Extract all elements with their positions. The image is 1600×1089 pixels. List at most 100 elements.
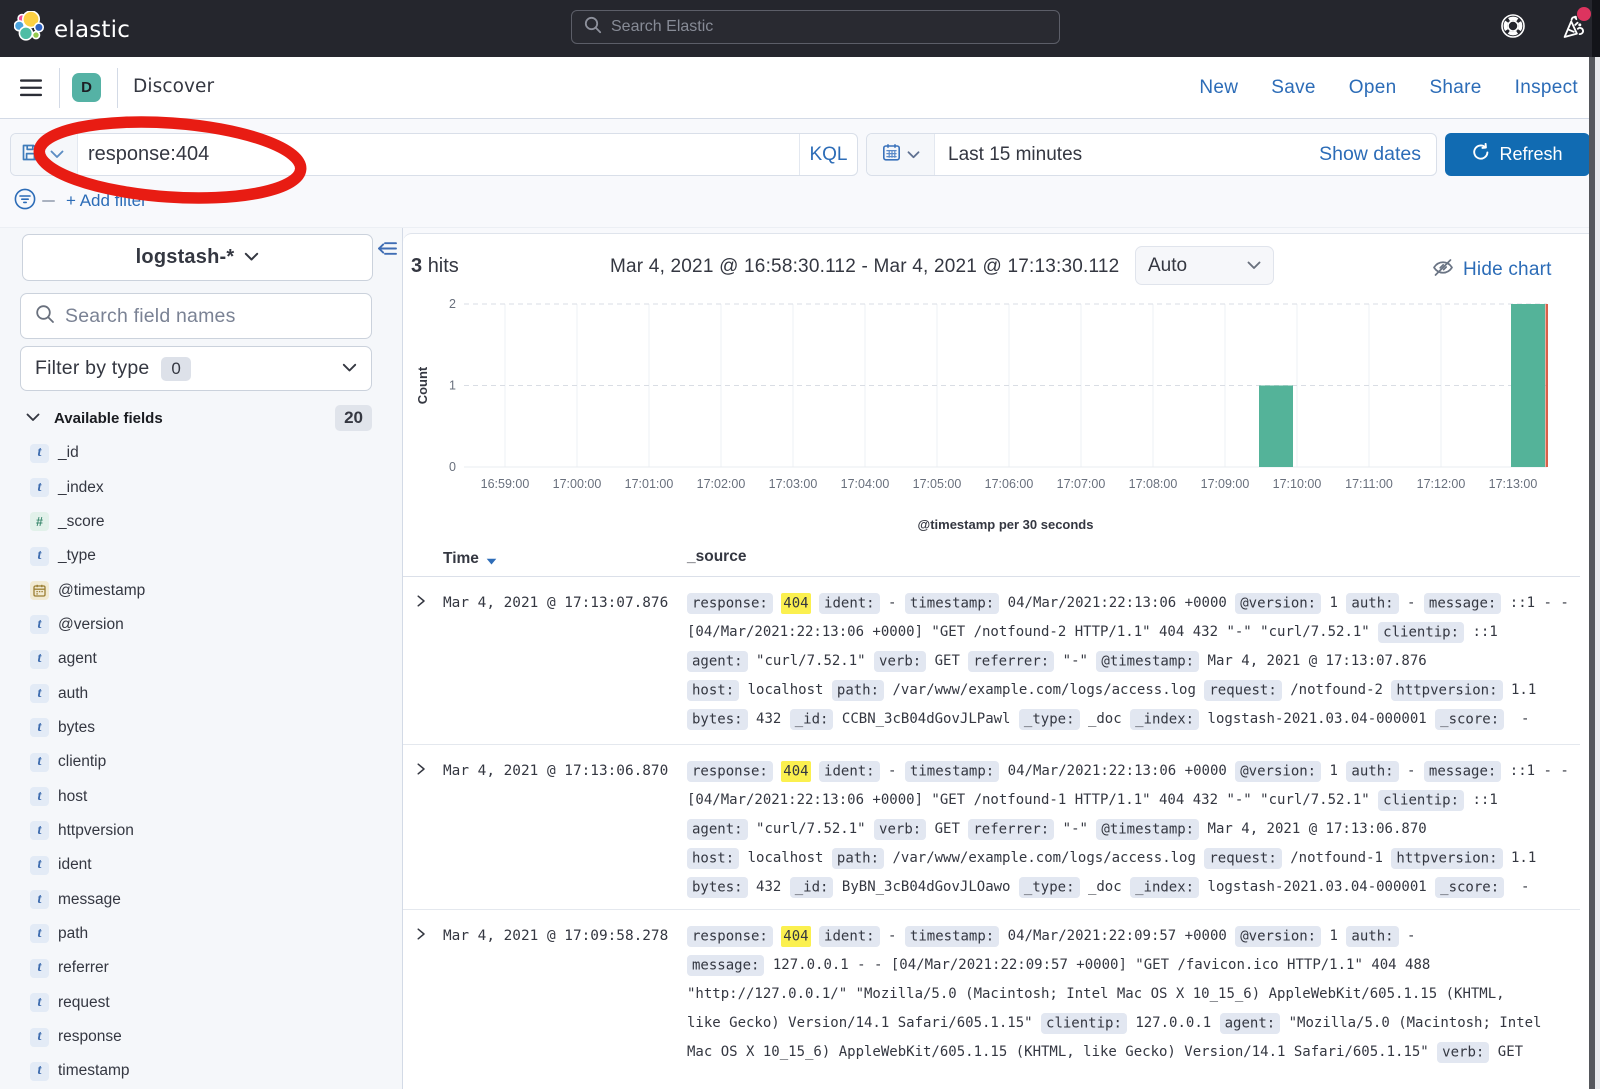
field-name: clientip: [58, 753, 106, 771]
field-key-badge: referrer:: [968, 651, 1054, 672]
svg-text:17:13:00: 17:13:00: [1489, 477, 1538, 491]
query-zone: response:404 KQL Last 15 minutes Show da…: [0, 119, 1600, 228]
field-name: httpversion: [58, 822, 134, 840]
field-item-@timestamp[interactable]: @timestamp: [20, 573, 372, 607]
field-key-badge: referrer:: [968, 819, 1054, 840]
field-item-path[interactable]: tpath: [20, 917, 372, 951]
field-item-_id[interactable]: t_id: [20, 436, 372, 470]
collapse-sidebar-icon[interactable]: [377, 241, 397, 261]
field-name: _score: [58, 513, 105, 531]
field-type-number-icon: #: [30, 512, 49, 531]
chevron-down-icon: [907, 146, 920, 164]
field-key-badge: _type:: [1019, 709, 1080, 730]
table-row: Mar 4, 2021 @ 17:13:07.876response: 404 …: [403, 577, 1580, 745]
field-key-badge: request:: [1204, 680, 1281, 701]
field-key-badge: _index:: [1130, 709, 1199, 730]
add-filter-button[interactable]: + Add filter: [66, 191, 147, 211]
field-key-badge: _id:: [790, 709, 834, 730]
app-actions: New Save Open Share Inspect: [1199, 57, 1578, 119]
calendar-icon: [882, 143, 901, 167]
field-item-_type[interactable]: t_type: [20, 539, 372, 573]
appbar-action-inspect[interactable]: Inspect: [1515, 77, 1578, 99]
field-name: path: [58, 925, 88, 943]
field-item-@version[interactable]: t@version: [20, 608, 372, 642]
field-type-string-icon: t: [30, 684, 49, 703]
field-item-bytes[interactable]: tbytes: [20, 711, 372, 745]
filter-by-type-select[interactable]: Filter by type 0: [20, 346, 372, 391]
svg-text:17:04:00: 17:04:00: [841, 477, 890, 491]
field-key-badge: message:: [1424, 593, 1501, 614]
svg-text:17:11:00: 17:11:00: [1345, 477, 1393, 491]
field-item-ident[interactable]: tident: [20, 848, 372, 882]
field-name: ident: [58, 856, 92, 874]
date-quick-select-button[interactable]: [867, 134, 935, 175]
filter-options-icon[interactable]: [14, 188, 36, 215]
field-key-badge: _type:: [1019, 877, 1080, 898]
hits-header: 3 hits Mar 4, 2021 @ 16:58:30.112 - Mar …: [403, 234, 1589, 294]
separator: [117, 68, 118, 108]
field-item-auth[interactable]: tauth: [20, 676, 372, 710]
expand-row-icon[interactable]: [403, 745, 443, 781]
field-name: @timestamp: [58, 582, 145, 600]
field-key-badge: auth:: [1346, 593, 1398, 614]
chevron-down-icon: [342, 360, 357, 378]
field-key-badge: @version:: [1235, 593, 1321, 614]
query-input[interactable]: response:404: [78, 134, 799, 175]
field-item-httpversion[interactable]: t httpversion: [20, 814, 372, 848]
appbar-action-new[interactable]: New: [1199, 77, 1238, 99]
global-search-input[interactable]: Search Elastic: [571, 10, 1060, 44]
svg-text:17:01:00: 17:01:00: [625, 477, 674, 491]
field-key-badge: path:: [832, 848, 884, 869]
field-item-timestamp[interactable]: ttimestamp: [20, 1054, 372, 1088]
appbar-action-save[interactable]: Save: [1271, 77, 1316, 99]
field-key-badge: auth:: [1346, 926, 1398, 947]
field-name: referrer: [58, 959, 109, 977]
saved-query-menu-button[interactable]: [11, 134, 78, 175]
svg-text:17:09:00: 17:09:00: [1201, 477, 1250, 491]
appbar-action-open[interactable]: Open: [1349, 77, 1397, 99]
field-item-_score[interactable]: # _score: [20, 505, 372, 539]
field-key-badge: request:: [1204, 848, 1281, 869]
refresh-button[interactable]: Refresh: [1445, 133, 1590, 176]
field-key-badge: _id:: [790, 877, 834, 898]
field-key-badge: agent:: [687, 819, 748, 840]
time-range-button[interactable]: Last 15 minutes: [935, 134, 1319, 175]
field-name: host: [58, 788, 87, 806]
column-header-time[interactable]: Time: [443, 548, 497, 570]
available-fields-label: Available fields: [54, 410, 163, 427]
index-pattern-select[interactable]: logstash-*: [22, 234, 373, 281]
filter-type-count-badge: 0: [161, 357, 190, 381]
field-item-host[interactable]: thost: [20, 779, 372, 813]
chevron-down-icon: [50, 146, 64, 164]
field-item-referrer[interactable]: t referrer: [20, 951, 372, 985]
histogram-chart[interactable]: 01216:59:0017:00:0017:01:0017:02:0017:03…: [403, 289, 1589, 541]
field-item-clientip[interactable]: tclientip: [20, 745, 372, 779]
query-language-button[interactable]: KQL: [799, 134, 857, 175]
expand-row-icon[interactable]: [403, 577, 443, 613]
interval-select[interactable]: Auto: [1135, 246, 1274, 285]
field-search-input[interactable]: Search field names: [20, 293, 372, 339]
field-name: bytes: [58, 719, 95, 737]
space-avatar[interactable]: D: [72, 73, 101, 102]
expand-row-icon[interactable]: [403, 910, 443, 946]
field-item-message[interactable]: tmessage: [20, 882, 372, 916]
menu-hamburger-icon[interactable]: [20, 76, 43, 100]
svg-text:17:05:00: 17:05:00: [913, 477, 962, 491]
field-item-request[interactable]: trequest: [20, 986, 372, 1020]
available-fields-header[interactable]: Available fields 20: [26, 404, 372, 432]
field-type-string-icon: t: [30, 444, 49, 463]
appbar-action-share[interactable]: Share: [1429, 77, 1481, 99]
field-type-string-icon: t: [30, 821, 49, 840]
field-key-badge: timestamp:: [905, 593, 999, 614]
field-item-response[interactable]: tresponse: [20, 1020, 372, 1054]
field-name: agent: [58, 650, 97, 668]
sort-desc-icon: [486, 552, 497, 570]
top-header-bar: elastic Search Elastic: [0, 0, 1600, 57]
hide-chart-button[interactable]: Hide chart: [1431, 256, 1552, 284]
row-time: Mar 4, 2021 @ 17:09:58.278: [443, 910, 687, 944]
show-dates-button[interactable]: Show dates: [1319, 134, 1436, 175]
field-item-_index[interactable]: t_index: [20, 470, 372, 504]
field-type-string-icon: t: [30, 959, 49, 978]
field-item-agent[interactable]: tagent: [20, 642, 372, 676]
help-icon[interactable]: [1498, 11, 1528, 46]
